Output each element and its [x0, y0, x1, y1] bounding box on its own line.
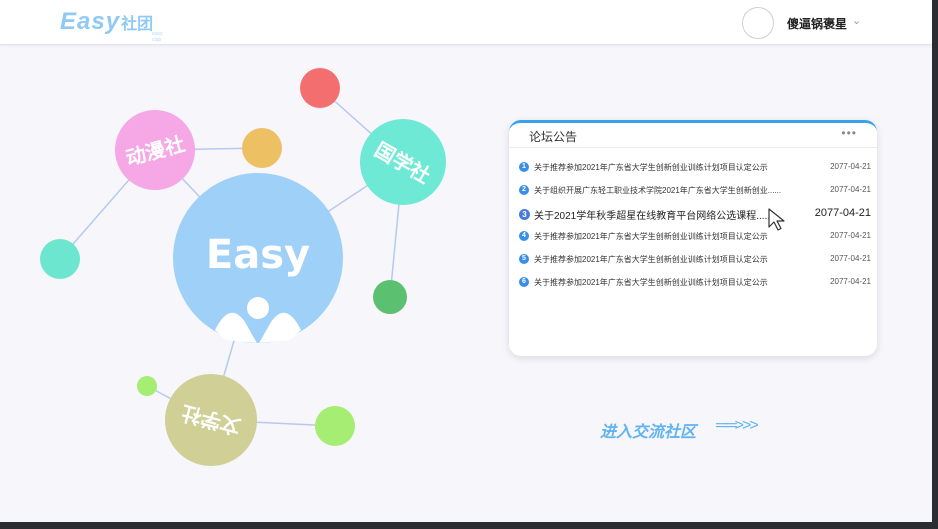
more-icon[interactable]: •••: [841, 126, 857, 140]
club-bubble-guoxue[interactable]: 国学社: [360, 119, 446, 205]
card-title: 论坛公告: [529, 130, 578, 144]
notice-date: 2077-04-21: [830, 254, 871, 263]
username[interactable]: 傻逼锅褒星: [787, 15, 847, 32]
mint-bubble[interactable]: [40, 239, 80, 279]
club-bubble-literature[interactable]: 文学社: [165, 374, 257, 466]
lime-bubble[interactable]: [315, 406, 355, 446]
notice-date: 2077-04-21: [830, 162, 871, 171]
notice-date: 2077-04-21: [830, 277, 871, 286]
notice-item[interactable]: 2 关于组织开展广东轻工职业技术学院2021年广东省大学生创新创业...... …: [519, 183, 871, 199]
notice-item[interactable]: 5 关于推荐参加2021年广东省大学生创新创业训练计划项目认定公示 2077-0…: [519, 252, 871, 268]
notice-item[interactable]: 1 关于推荐参加2021年广东省大学生创新创业训练计划项目认定公示 2077-0…: [519, 160, 871, 176]
avatar[interactable]: [742, 7, 774, 39]
notice-number: 4: [519, 231, 529, 241]
notice-number: 3: [519, 209, 530, 220]
notice-item[interactable]: 4 关于推荐参加2021年广东省大学生创新创业训练计划项目认定公示 2077-0…: [519, 229, 871, 245]
notice-title: 关于推荐参加2021年广东省大学生创新创业训练计划项目认定公示: [534, 163, 768, 172]
enter-community-link[interactable]: 进入交流社区: [600, 418, 696, 442]
notice-number: 6: [519, 277, 529, 287]
green-bubble[interactable]: [373, 280, 407, 314]
red-bubble[interactable]: [300, 68, 340, 108]
notice-date: 2077-04-21: [830, 185, 871, 194]
card-header: 论坛公告 •••: [509, 123, 877, 148]
cursor-pointer-icon: [768, 208, 785, 231]
notice-number: 5: [519, 254, 529, 264]
chevron-down-icon[interactable]: ⌄: [852, 14, 861, 27]
club-bubble-anime[interactable]: 动漫社: [115, 110, 195, 190]
notice-title: 关于推荐参加2021年广东省大学生创新创业训练计划项目认定公示: [534, 232, 768, 241]
notice-title: 关于推荐参加2021年广东省大学生创新创业训练计划项目认定公示: [534, 255, 768, 264]
orange-bubble[interactable]: [242, 128, 282, 168]
center-easy-label: Easy: [206, 232, 310, 278]
notice-date: 2077-04-21: [814, 207, 871, 219]
club-bubble-graph: 动漫社 国学社 Easy 文学社: [40, 68, 446, 466]
lime-small-bubble[interactable]: [137, 376, 157, 396]
center-easy-bubble[interactable]: Easy: [173, 173, 343, 345]
notice-title: 关于2021学年秋季超星在线教育平台网络公选课程......: [534, 211, 773, 222]
notice-title: 关于组织开展广东轻工职业技术学院2021年广东省大学生创新创业......: [534, 186, 782, 195]
page: Easy社团 easy club 傻逼锅褒星 ⌄ 动漫社 国学社 Easy 文学…: [0, 0, 932, 522]
notice-title: 关于推荐参加2021年广东省大学生创新创业训练计划项目认定公示: [534, 278, 768, 287]
notice-number: 2: [519, 185, 529, 195]
notice-item-hovered[interactable]: 3 关于2021学年秋季超星在线教育平台网络公选课程...... 2077-04…: [519, 207, 871, 223]
notice-date: 2077-04-21: [830, 231, 871, 240]
arrow-right-icon[interactable]: ══>>>: [716, 417, 759, 435]
notice-item[interactable]: 6 关于推荐参加2021年广东省大学生创新创业训练计划项目认定公示 2077-0…: [519, 275, 871, 291]
notice-number: 1: [519, 162, 529, 172]
forum-announcement-card: 论坛公告 ••• 1 关于推荐参加2021年广东省大学生创新创业训练计划项目认定…: [509, 120, 877, 356]
